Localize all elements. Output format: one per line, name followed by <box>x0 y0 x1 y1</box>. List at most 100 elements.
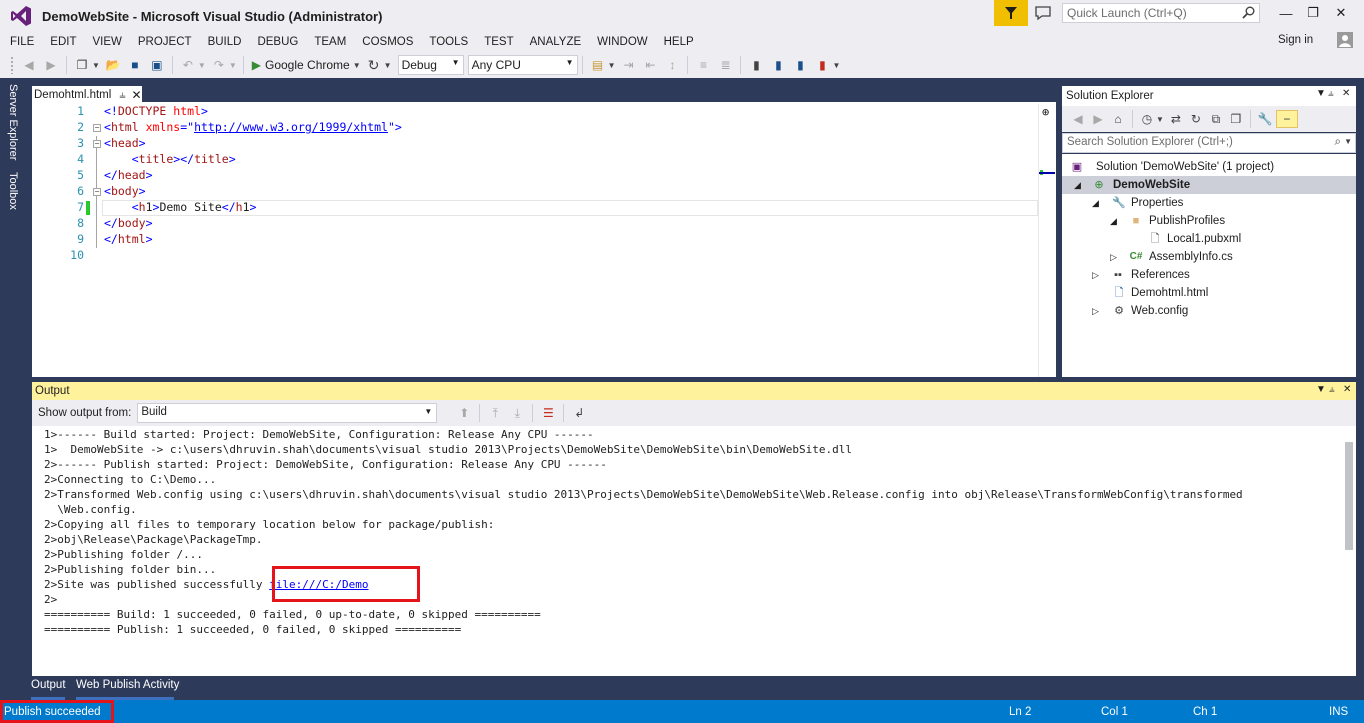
close-pane-icon[interactable]: ✕ <box>1343 384 1351 395</box>
start-debugging-button[interactable]: ▶ Google Chrome <box>248 55 354 75</box>
tree-item-project[interactable]: ◢ ⊕ DemoWebSite <box>1062 176 1356 194</box>
tree-item-demohtml[interactable]: 🗋 Demohtml.html <box>1062 284 1356 302</box>
run-target-dropdown-icon[interactable]: ▼ <box>353 61 361 70</box>
close-window-icon[interactable]: ✕ <box>1331 4 1351 22</box>
toolbar-overflow-icon[interactable]: ▼ <box>832 61 840 70</box>
tab-output[interactable]: Output <box>31 679 66 691</box>
output-source-select[interactable]: Build ▼ <box>137 403 438 423</box>
menu-tools[interactable]: TOOLS <box>421 32 476 52</box>
window-position-dropdown-icon[interactable]: ▼ <box>1316 384 1326 395</box>
menu-debug[interactable]: DEBUG <box>249 32 306 52</box>
menu-view[interactable]: VIEW <box>85 32 130 52</box>
show-all-files-icon[interactable]: ❐ <box>1227 110 1245 128</box>
tree-item-webconfig[interactable]: ▷ ⚙ Web.config <box>1062 302 1356 320</box>
menu-analyze[interactable]: ANALYZE <box>522 32 590 52</box>
auto-hide-pin-icon[interactable]: ⫨ <box>1329 384 1335 395</box>
browser-link-dropdown-icon[interactable]: ▼ <box>384 61 392 70</box>
tree-item-local1-pubxml[interactable]: 🗋 Local1.pubxml <box>1062 230 1356 248</box>
auto-hide-pin-icon[interactable]: ⫨ <box>1328 88 1334 99</box>
next-bookmark-icon[interactable]: ▮ <box>791 56 809 74</box>
expanded-arrow-icon[interactable]: ◢ <box>1110 216 1117 227</box>
user-avatar-icon[interactable] <box>1337 32 1353 48</box>
solution-explorer-search-input[interactable]: Search Solution Explorer (Ctrl+;) ⌕ ▼ <box>1062 133 1356 153</box>
bookmark-icon[interactable]: ▮ <box>747 56 765 74</box>
undo-icon[interactable]: ↶ <box>179 56 197 74</box>
notifications-flag-icon[interactable] <box>994 0 1028 26</box>
home-icon[interactable]: ⌂ <box>1109 110 1127 128</box>
find-message-in-code-icon[interactable]: ⬆ <box>455 404 473 422</box>
platform-select[interactable]: Any CPU ▼ <box>467 55 578 75</box>
pending-changes-filter-icon[interactable]: ◷ <box>1138 110 1156 128</box>
tree-item-assemblyinfo[interactable]: ▷ C# AssemblyInfo.cs <box>1062 248 1356 266</box>
properties-icon[interactable]: 🔧 <box>1256 110 1274 128</box>
filter-dropdown-icon[interactable]: ▼ <box>1156 115 1164 124</box>
search-options-dropdown-icon[interactable]: ▼ <box>1344 137 1352 146</box>
collapse-icon[interactable]: − <box>93 140 101 148</box>
menu-project[interactable]: PROJECT <box>130 32 200 52</box>
window-position-dropdown-icon[interactable]: ▼ <box>1316 88 1326 99</box>
collapse-icon[interactable]: − <box>93 188 101 196</box>
close-tab-icon[interactable]: ✕ <box>132 88 142 102</box>
open-file-icon[interactable]: 📂 <box>104 56 122 74</box>
editor-vertical-scrollbar[interactable]: ⊕ <box>1038 104 1056 377</box>
code-editor[interactable]: 1 2 3 4 5 6 7 8 9 10 − − − <!DOCTYPE htm… <box>32 104 1056 377</box>
toggle-word-wrap-icon[interactable]: ↲ <box>570 404 588 422</box>
forward-icon[interactable]: ▶ <box>1089 110 1107 128</box>
menu-edit[interactable]: EDIT <box>42 32 84 52</box>
clear-bookmarks-icon[interactable]: ▮ <box>813 56 831 74</box>
tree-item-references[interactable]: ▷ ▪▪ References <box>1062 266 1356 284</box>
expanded-arrow-icon[interactable]: ◢ <box>1092 198 1099 209</box>
menu-help[interactable]: HELP <box>656 32 702 52</box>
toolbox-tab[interactable]: Toolbox <box>7 172 19 210</box>
find-in-files-icon[interactable]: ▤ <box>589 56 607 74</box>
tree-item-properties[interactable]: ◢ 🔧 Properties <box>1062 194 1356 212</box>
comment-lines-icon[interactable]: ≡ <box>694 56 712 74</box>
next-message-icon[interactable]: ⤓ <box>508 404 526 422</box>
undo-dropdown-icon[interactable]: ▼ <box>198 61 206 70</box>
menu-test[interactable]: TEST <box>476 32 521 52</box>
toolbar-grip[interactable] <box>10 56 14 74</box>
output-horizontal-scrollbar[interactable] <box>32 662 1342 676</box>
save-icon[interactable]: ■ <box>126 56 144 74</box>
minimize-icon[interactable]: — <box>1276 4 1296 22</box>
redo-icon[interactable]: ↷ <box>210 56 228 74</box>
new-project-dropdown-icon[interactable]: ▼ <box>92 61 100 70</box>
preview-selected-items-icon[interactable]: − <box>1275 110 1298 128</box>
close-pane-icon[interactable]: ✕ <box>1342 88 1350 99</box>
configuration-select[interactable]: Debug ▼ <box>397 55 464 75</box>
collapsed-arrow-icon[interactable]: ▷ <box>1092 306 1099 317</box>
previous-message-icon[interactable]: ⤒ <box>486 404 504 422</box>
back-icon[interactable]: ◀ <box>1069 110 1087 128</box>
step-into-icon[interactable]: ⇤ <box>641 56 659 74</box>
previous-bookmark-icon[interactable]: ▮ <box>769 56 787 74</box>
new-project-icon[interactable]: ❐ <box>73 56 91 74</box>
save-all-icon[interactable]: ▣ <box>148 56 166 74</box>
menu-team[interactable]: TEAM <box>306 32 354 52</box>
refresh-icon[interactable]: ↻ <box>1187 110 1205 128</box>
clear-all-icon[interactable]: ☰ <box>539 404 557 422</box>
collapsed-arrow-icon[interactable]: ▷ <box>1110 252 1117 263</box>
quick-launch-input[interactable]: Quick Launch (Ctrl+Q) <box>1062 3 1260 23</box>
restore-icon[interactable]: ❐ <box>1303 4 1323 22</box>
menu-file[interactable]: FILE <box>0 32 42 52</box>
menu-cosmos[interactable]: COSMOS <box>354 32 421 52</box>
refresh-browser-icon[interactable]: ↻ <box>365 56 383 74</box>
collapse-icon[interactable]: − <box>93 124 101 132</box>
menu-build[interactable]: BUILD <box>200 32 250 52</box>
server-explorer-tab[interactable]: Server Explorer <box>7 84 19 160</box>
navigate-back-icon[interactable]: ◀ <box>20 56 38 74</box>
output-text-area[interactable]: 1>------ Build started: Project: DemoWeb… <box>32 426 1356 676</box>
step-over-icon[interactable]: ⇥ <box>619 56 637 74</box>
collapsed-arrow-icon[interactable]: ▷ <box>1092 270 1099 281</box>
collapse-all-icon[interactable]: ⧉ <box>1207 110 1225 128</box>
tree-item-publishprofiles[interactable]: ◢ ■ PublishProfiles <box>1062 212 1356 230</box>
navigate-forward-icon[interactable]: ▶ <box>42 56 60 74</box>
feedback-icon[interactable] <box>1034 5 1052 21</box>
tree-item-solution[interactable]: ▣ Solution 'DemoWebSite' (1 project) <box>1062 158 1356 176</box>
step-out-icon[interactable]: ↕ <box>663 56 681 74</box>
output-vertical-scrollbar[interactable] <box>1342 426 1356 662</box>
expanded-arrow-icon[interactable]: ◢ <box>1074 180 1081 191</box>
pin-icon[interactable]: ⫨ <box>119 89 125 102</box>
find-dropdown-icon[interactable]: ▼ <box>608 61 616 70</box>
menu-window[interactable]: WINDOW <box>589 32 655 52</box>
